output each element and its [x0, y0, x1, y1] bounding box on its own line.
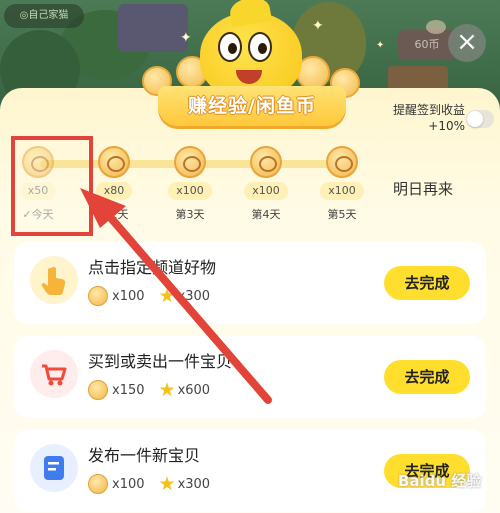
annotation-arrow-icon — [80, 188, 272, 404]
